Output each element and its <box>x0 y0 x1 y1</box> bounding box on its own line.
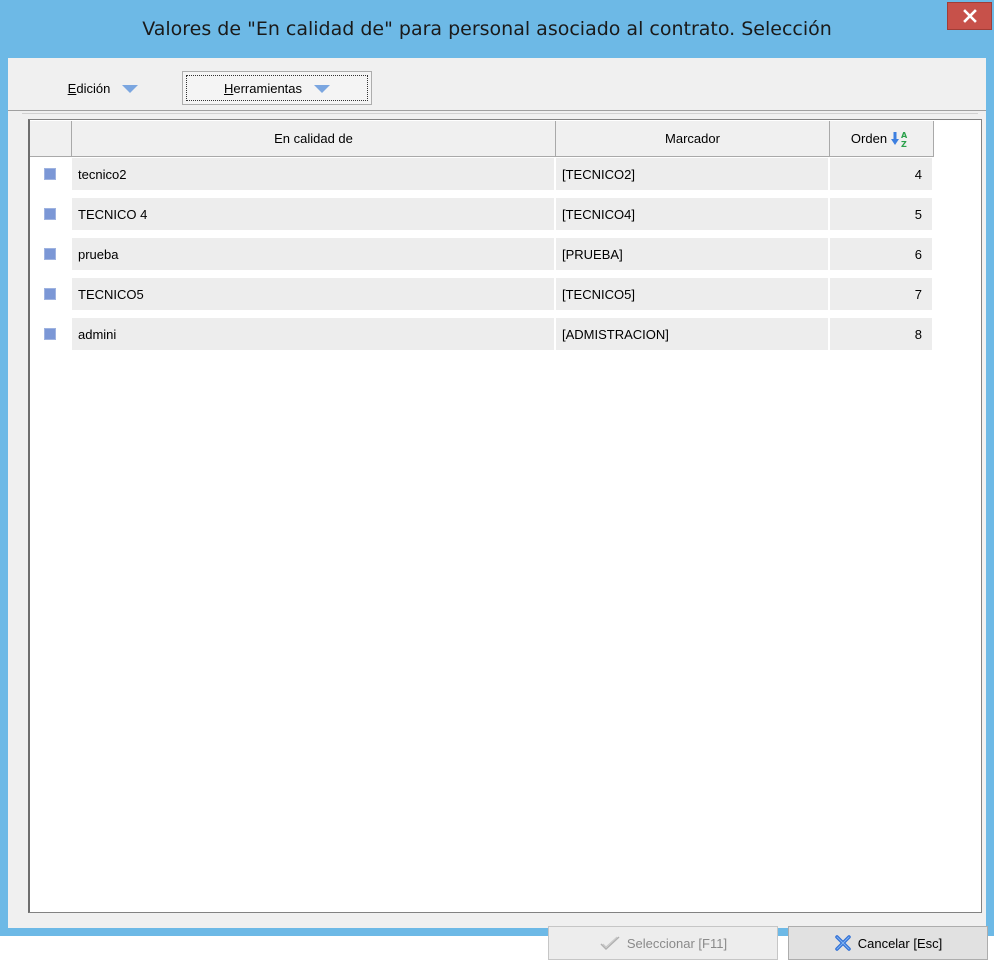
edicion-menu-button[interactable]: Edición <box>24 71 182 105</box>
chevron-down-icon <box>122 85 139 93</box>
header-selector <box>30 121 72 157</box>
table-row[interactable]: TECNICO5 [TECNICO5] 7 <box>30 278 934 314</box>
checkmark-icon <box>600 936 620 951</box>
cell-en-calidad-de[interactable]: tecnico2 <box>72 158 556 194</box>
close-icon <box>962 9 977 23</box>
edicion-label: Edición <box>67 80 111 96</box>
cell-marcador[interactable]: [TECNICO2] <box>556 158 830 194</box>
row-marker-icon <box>44 248 56 260</box>
cell-en-calidad-de[interactable]: TECNICO5 <box>72 278 556 314</box>
herramientas-menu-button[interactable]: Herramientas <box>182 71 372 105</box>
cell-orden[interactable]: 8 <box>830 318 934 354</box>
row-marker-icon <box>44 328 56 340</box>
select-button[interactable]: Seleccionar [F11] <box>548 926 778 960</box>
cell-en-calidad-de[interactable]: TECNICO 4 <box>72 198 556 234</box>
focus-rectangle <box>186 75 368 101</box>
cell-marcador[interactable]: [ADMISTRACION] <box>556 318 830 354</box>
row-selector[interactable] <box>30 158 72 194</box>
row-selector[interactable] <box>30 278 72 314</box>
column-header-label: En calidad de <box>274 131 353 146</box>
cell-marcador[interactable]: [TECNICO5] <box>556 278 830 314</box>
column-header-label: Marcador <box>665 131 720 146</box>
svg-text:Z: Z <box>901 140 907 149</box>
table-row[interactable]: TECNICO 4 [TECNICO4] 5 <box>30 198 934 234</box>
svg-text:A: A <box>901 131 908 140</box>
cell-orden[interactable]: 5 <box>830 198 934 234</box>
close-button[interactable] <box>947 2 992 30</box>
toolbar: Edición Herramientas <box>8 58 986 114</box>
cell-marcador[interactable]: [TECNICO4] <box>556 198 830 234</box>
cell-en-calidad-de[interactable]: admini <box>72 318 556 354</box>
data-grid[interactable]: En calidad de Marcador Orden A Z tecnico… <box>28 119 982 913</box>
column-header-en-calidad-de[interactable]: En calidad de <box>72 121 556 157</box>
select-button-label: Seleccionar [F11] <box>626 935 728 951</box>
sort-az-icon: A Z <box>891 131 908 149</box>
dialog-client: Edición Herramientas En calidad de Marca… <box>8 58 988 960</box>
column-header-orden[interactable]: Orden A Z <box>830 121 934 157</box>
table-row[interactable]: admini [ADMISTRACION] 8 <box>30 318 934 354</box>
table-row[interactable]: prueba [PRUEBA] 6 <box>30 238 934 274</box>
window-title: Valores de "En calidad de" para personal… <box>142 18 832 40</box>
dialog-window: Valores de "En calidad de" para personal… <box>0 0 994 960</box>
row-selector[interactable] <box>30 198 72 234</box>
row-marker-icon <box>44 168 56 180</box>
row-selector[interactable] <box>30 318 72 354</box>
column-header-marcador[interactable]: Marcador <box>556 121 830 157</box>
table-row[interactable]: tecnico2 [TECNICO2] 4 <box>30 158 934 194</box>
cell-marcador[interactable]: [PRUEBA] <box>556 238 830 274</box>
title-bar: Valores de "En calidad de" para personal… <box>0 0 994 58</box>
cancel-button[interactable]: Cancelar [Esc] <box>788 926 988 960</box>
row-marker-icon <box>44 288 56 300</box>
cell-orden[interactable]: 7 <box>830 278 934 314</box>
cell-en-calidad-de[interactable]: prueba <box>72 238 556 274</box>
cell-orden[interactable]: 6 <box>830 238 934 274</box>
cell-orden[interactable]: 4 <box>830 158 934 194</box>
column-header-label: Orden <box>850 131 888 146</box>
row-selector[interactable] <box>30 238 72 274</box>
cancel-button-label: Cancelar [Esc] <box>857 935 943 951</box>
x-icon <box>834 935 851 951</box>
row-marker-icon <box>44 208 56 220</box>
